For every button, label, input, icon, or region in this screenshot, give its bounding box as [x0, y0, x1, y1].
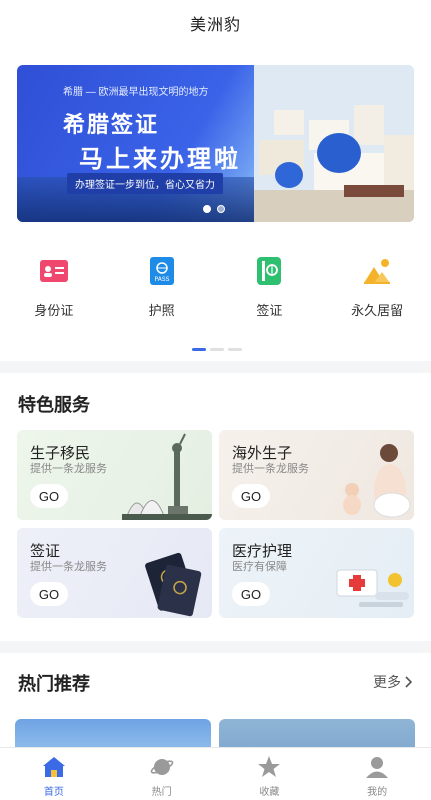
planet-icon [150, 755, 174, 779]
pager-dot [192, 348, 206, 351]
card-subtitle: 提供一条龙服务 [30, 561, 107, 573]
go-button[interactable]: GO [30, 582, 68, 606]
quick-item-permanent-residence[interactable]: 永久居留 [323, 256, 431, 326]
service-card-visa[interactable]: 签证 提供一条龙服务 GO [17, 528, 212, 618]
tab-label: 热门 [151, 787, 172, 798]
quick-item-label: 护照 [148, 303, 175, 318]
quick-menu: 身份证 PASS 护照 签证 永久居留 [0, 256, 431, 326]
hot-title: 热门推荐 [18, 674, 90, 694]
go-button[interactable]: GO [232, 484, 270, 508]
banner-dot[interactable] [217, 205, 225, 213]
tab-profile[interactable]: 我的 [323, 748, 431, 800]
quick-item-visa[interactable]: 签证 [216, 256, 324, 326]
quick-item-label: 身份证 [34, 303, 74, 318]
tab-label: 收藏 [259, 787, 280, 798]
service-card-medical-care[interactable]: 医疗护理 医疗有保障 GO [219, 528, 414, 618]
star-icon [257, 755, 281, 779]
page-title: 美洲豹 [189, 17, 241, 34]
more-link[interactable]: 更多 [373, 672, 413, 692]
quick-item-passport[interactable]: PASS 护照 [108, 256, 216, 326]
quick-item-label: 永久居留 [351, 303, 404, 318]
santorini-illustration [254, 65, 414, 222]
card-subtitle: 提供一条龙服务 [232, 463, 309, 475]
banner-headline-2: 马上来办理啦 [79, 146, 241, 173]
banner-headline-1: 希腊签证 [63, 112, 160, 137]
promo-banner[interactable]: 希腊 — 欧洲最早出现文明的地方 希腊签证 马上来办理啦 办理签证一步到位，省心… [17, 65, 414, 222]
go-button[interactable]: GO [232, 582, 270, 606]
service-card-birth-immigration[interactable]: 生子移民 提供一条龙服务 GO [17, 430, 212, 520]
tab-label: 我的 [367, 787, 388, 798]
app-header: 美洲豹 [0, 0, 431, 46]
featured-services: 特色服务 生子移民 提供一条龙服务 GO 海外生子 提供一条龙服务 GO 签证 … [0, 373, 431, 641]
card-subtitle: 提供一条龙服务 [30, 463, 107, 475]
passport-icon: PASS [147, 256, 177, 286]
card-subtitle: 医疗有保障 [232, 561, 287, 573]
visa-icon [254, 256, 284, 286]
hot-recommendations: 热门推荐 更多 [0, 653, 431, 759]
id-card-icon [39, 256, 69, 286]
tab-label: 首页 [43, 787, 64, 798]
banner-indicator [203, 205, 225, 213]
banner-subtitle: 希腊 — 欧洲最早出现文明的地方 [63, 87, 209, 98]
home-icon [42, 755, 66, 779]
mother-baby-illustration [343, 444, 411, 518]
banner-tagline: 办理签证一步到位，省心又省力 [67, 173, 223, 194]
svg-text:PASS: PASS [154, 276, 169, 283]
passports-illustration [145, 552, 202, 617]
service-card-overseas-birth[interactable]: 海外生子 提供一条龙服务 GO [219, 430, 414, 520]
banner-dot[interactable] [203, 205, 211, 213]
more-label: 更多 [373, 674, 401, 690]
chevron-right-icon [405, 676, 413, 688]
medical-kit-illustration [336, 569, 409, 607]
quick-item-label: 签证 [256, 303, 283, 318]
top-section: 希腊 — 欧洲最早出现文明的地方 希腊签证 马上来办理啦 办理签证一步到位，省心… [0, 46, 431, 361]
landmarks-illustration [122, 433, 212, 520]
user-icon [365, 755, 389, 779]
tab-hot[interactable]: 热门 [108, 748, 216, 800]
services-title: 特色服务 [18, 395, 90, 415]
tab-home[interactable]: 首页 [0, 748, 108, 800]
go-button[interactable]: GO [30, 484, 68, 508]
tab-favorites[interactable]: 收藏 [216, 748, 324, 800]
bottom-tab-bar: 首页 热门 收藏 我的 [0, 747, 431, 800]
landscape-icon [362, 256, 392, 286]
pager-dot [228, 348, 242, 351]
pager-dot [210, 348, 224, 351]
quick-item-id-card[interactable]: 身份证 [0, 256, 108, 326]
quick-menu-pager [192, 348, 242, 351]
